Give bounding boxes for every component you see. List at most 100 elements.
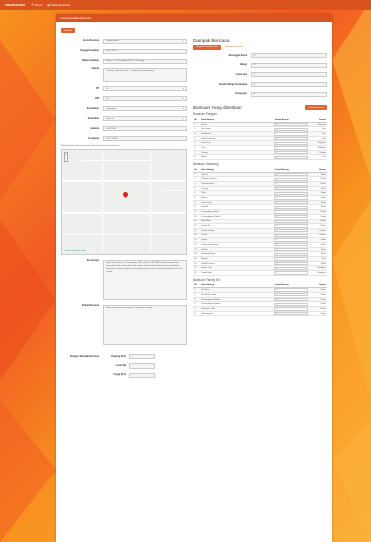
form-row: Latitude -6.927946	[61, 125, 187, 132]
quantity-input[interactable]: 0	[274, 288, 309, 292]
quantity-input[interactable]: 0	[274, 219, 309, 224]
impact-row: Kategori Dampak Bencana Panjang (Km)	[61, 353, 187, 360]
field-label: Akibat Bencana	[81, 305, 99, 308]
text-field[interactable]: Selasa, 21 Desember 2021 11:20 siang	[103, 58, 187, 64]
field-label: Alamat	[91, 67, 99, 70]
table-row: 8 Biskuit 0 Dus	[193, 154, 327, 161]
damage-row: Rumah Warga Terdampak 3	[193, 82, 327, 88]
quantity-input[interactable]: 0	[274, 172, 309, 177]
table-cell: 8	[193, 154, 200, 161]
damage-and-aid: Dampak Bencana Dampak Terhadap Jiwa Damp…	[193, 38, 327, 317]
quantity-input[interactable]: 0	[274, 229, 309, 233]
select-field[interactable]: 03	[103, 96, 187, 102]
impact-input[interactable]	[129, 354, 155, 360]
impact-input[interactable]	[129, 372, 155, 379]
impact-sub-label: Tinggi (Km)	[113, 374, 126, 377]
zoom-out-button[interactable]: −	[65, 157, 67, 161]
quantity-input[interactable]: 0	[274, 302, 309, 306]
text-field[interactable]: -6.927946	[103, 126, 187, 132]
form-row: Alamat Jl. Raya Jatinangor No. 1, Kabupat…	[61, 67, 187, 82]
quantity-input[interactable]: 0	[274, 238, 309, 242]
quantity-input[interactable]: 0	[274, 127, 309, 131]
impact-row: Lebar (M)	[61, 363, 187, 369]
nav-menu[interactable]: ☰ Menu	[31, 3, 42, 7]
quantity-input[interactable]: 0	[274, 210, 309, 214]
damage-value: 0	[254, 64, 256, 67]
quantity-input[interactable]: 0	[274, 266, 309, 270]
table-cell: 0	[273, 270, 313, 276]
impact-input[interactable]	[129, 363, 155, 369]
aid-table: No Nama Barang Jumlah Barang Satuan 1 Selimut…	[193, 167, 327, 276]
location-map[interactable]: + − Leaflet | OpenStreetMap	[61, 149, 187, 256]
tab-dampak-jiwa[interactable]: Dampak Terhadap Jiwa	[193, 45, 221, 50]
quantity-input[interactable]: 0	[274, 150, 309, 155]
aid-group-title: Bantuan Pangan	[193, 112, 217, 117]
panel-title: Detail Kejadian Bencana	[62, 16, 91, 20]
quantity-input[interactable]: 0	[274, 177, 309, 181]
map-pin-icon[interactable]	[121, 191, 130, 199]
quantity-input[interactable]: 0	[274, 233, 309, 238]
select-field[interactable]: Jatinangor	[103, 106, 187, 112]
damage-title: Dampak Bencana	[193, 38, 230, 43]
quantity-input[interactable]: 0	[274, 247, 309, 252]
zoom-control[interactable]: + −	[64, 152, 68, 163]
damage-input[interactable]: 3	[251, 82, 327, 88]
quantity-input[interactable]: 0	[274, 271, 309, 275]
form-row: Tanggal Kejadian 2021-12-21	[61, 48, 187, 54]
back-button[interactable]: Kembali	[61, 28, 75, 33]
quantity-input[interactable]: 0	[274, 200, 309, 205]
quantity-input[interactable]: 0	[274, 257, 309, 261]
quantity-input[interactable]: 0	[274, 191, 309, 195]
aid-group-title: Bantuan Sandang	[193, 162, 219, 167]
damage-input[interactable]: 0	[251, 62, 327, 68]
text-field[interactable]: 2021-12-21	[103, 48, 187, 54]
damage-input[interactable]: 0	[251, 91, 327, 97]
quantity-input[interactable]: 0	[274, 205, 309, 209]
quantity-input[interactable]: 0	[274, 215, 309, 219]
select-field[interactable]: Gempa Bumi	[103, 38, 187, 44]
tab-dampak-kerusakan[interactable]: Dampak Kerusakan	[222, 45, 246, 50]
aid-table: No Nama Barang Jumlah Barang Satuan 1 Kid War…	[193, 283, 327, 317]
quantity-input[interactable]: 0	[274, 141, 309, 145]
quantity-input[interactable]: 0	[274, 155, 309, 159]
form-row: RW 03	[61, 96, 187, 102]
akibat-textarea[interactable]: Rumah warga rusak ringan, 1 orang luka r…	[103, 305, 187, 346]
impact-sub-label: Lebar (M)	[115, 365, 126, 368]
damage-label: Meninggal Dunia	[228, 54, 247, 57]
table-cell: 0	[273, 154, 313, 161]
quantity-input[interactable]: 0	[274, 307, 309, 311]
quantity-input[interactable]: 0	[274, 252, 309, 256]
select-field[interactable]: 01	[103, 86, 187, 92]
quantity-input[interactable]: 0	[274, 182, 309, 186]
quantity-input[interactable]: 0	[274, 224, 309, 228]
impact-row: Tinggi (Km)	[61, 372, 187, 379]
select-field[interactable]: Cikeruh	[103, 116, 187, 122]
text-field[interactable]: 107.770393	[103, 136, 187, 142]
field-value: 107.770393	[106, 137, 118, 140]
form-row: Longitude 107.770393	[61, 135, 187, 142]
quantity-input[interactable]: 0	[274, 186, 309, 191]
kronologis-row: Kronologis Pada hari Selasa, 21 Desember …	[61, 260, 187, 301]
damage-value: 0	[254, 54, 256, 57]
quantity-input[interactable]: 0	[274, 132, 309, 136]
kronologis-textarea[interactable]: Pada hari Selasa, 21 Desember 2021 pukul…	[103, 260, 187, 301]
quantity-input[interactable]: 0	[274, 243, 309, 247]
damage-input[interactable]: 1	[251, 72, 327, 78]
nav-data-bencana[interactable]: ▤ Data Bencana	[47, 3, 70, 7]
quantity-input[interactable]: 0	[274, 261, 309, 266]
map-road	[150, 150, 152, 255]
quantity-input[interactable]: 0	[274, 136, 309, 141]
quantity-input[interactable]: 0	[274, 293, 309, 297]
field-value: Selasa, 21 Desember 2021 11:20 siang	[106, 60, 145, 63]
quantity-input[interactable]: 0	[274, 122, 309, 127]
quantity-input[interactable]: 0	[274, 196, 309, 200]
quantity-input[interactable]: 0	[274, 297, 309, 302]
damage-row: Hilang 0	[193, 62, 327, 68]
quantity-input[interactable]: 0	[274, 311, 309, 316]
add-aid-button[interactable]: Tambah Bantuan	[305, 105, 327, 111]
text-field[interactable]: Jl. Raya Jatinangor No. 1, Kabupaten Sum…	[103, 67, 187, 82]
app-brand[interactable]: SIDAROBANA	[5, 3, 25, 7]
quantity-input[interactable]: 0	[274, 146, 309, 150]
damage-input[interactable]: 0	[251, 53, 327, 59]
map-road	[62, 234, 186, 236]
